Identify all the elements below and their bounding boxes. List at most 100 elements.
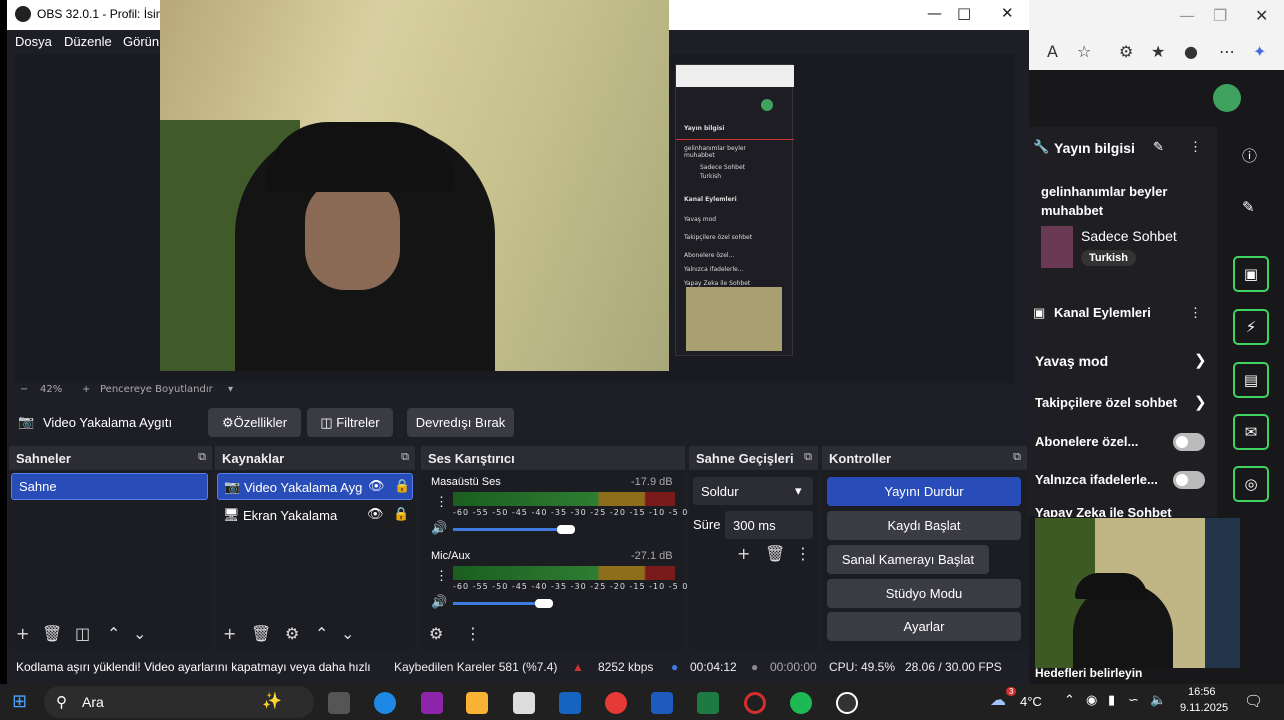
- copilot-app-icon[interactable]: [421, 692, 443, 714]
- dock-float-icon[interactable]: ⧉: [401, 451, 409, 464]
- menu-view[interactable]: Görün: [123, 34, 159, 49]
- move-down-icon[interactable]: ⌄: [341, 624, 354, 643]
- kebab-menu-icon[interactable]: ⋮: [795, 544, 811, 563]
- close-icon[interactable]: ✕: [1255, 6, 1268, 25]
- minimize-icon[interactable]: —: [927, 4, 942, 22]
- menu-edit[interactable]: Düzenle: [64, 34, 112, 49]
- tag-badge[interactable]: Turkish: [1081, 250, 1136, 266]
- task-view-icon[interactable]: [328, 692, 350, 714]
- file-explorer-icon[interactable]: [466, 692, 488, 714]
- spotify-icon[interactable]: [790, 692, 812, 714]
- slow-mode-row[interactable]: Yavaş mod: [1035, 353, 1108, 369]
- source-item-selected[interactable]: 📷 Video Yakalama Aygı 👁 🔒: [217, 473, 413, 500]
- edit-pencil-icon[interactable]: ✎: [1153, 139, 1164, 155]
- weather-icon[interactable]: ☁: [990, 690, 1006, 710]
- clip-icon[interactable]: ▣: [1233, 256, 1269, 292]
- dock-float-icon[interactable]: ⧉: [804, 451, 812, 464]
- start-virtual-camera-button[interactable]: Sanal Kamerayı Başlat: [827, 545, 989, 574]
- volume-slider[interactable]: [453, 528, 565, 531]
- zoom-in-icon[interactable]: +: [82, 384, 90, 395]
- mixer-settings-icon[interactable]: ⚙: [429, 624, 443, 643]
- obs-taskbar-icon[interactable]: [836, 692, 858, 714]
- favorite-star-icon[interactable]: ☆: [1077, 42, 1091, 61]
- add-source-icon[interactable]: +: [223, 624, 236, 643]
- read-aloud-icon[interactable]: A: [1047, 42, 1058, 61]
- eye-icon[interactable]: 👁: [368, 478, 385, 494]
- word-icon[interactable]: [651, 692, 673, 714]
- scene-filters-icon[interactable]: ◫: [75, 624, 90, 643]
- move-up-icon[interactable]: ⌃: [315, 624, 328, 643]
- source-item[interactable]: 🖥 Ekran Yakalama 👁 🔒: [217, 502, 413, 529]
- settings-button[interactable]: Ayarlar: [827, 612, 1021, 641]
- channel-avatar[interactable]: [1213, 84, 1241, 112]
- chat-bubble-icon[interactable]: ✉: [1233, 414, 1269, 450]
- more-icon[interactable]: ⋯: [1219, 42, 1235, 61]
- zoom-out-icon[interactable]: −: [20, 384, 28, 395]
- studio-mode-button[interactable]: Stüdyo Modu: [827, 579, 1021, 608]
- subscribers-only-toggle[interactable]: [1173, 433, 1205, 451]
- kebab-menu-icon[interactable]: ⋮: [465, 624, 481, 643]
- lightning-icon[interactable]: ⚡: [1233, 309, 1269, 345]
- source-settings-icon[interactable]: ⚙: [285, 624, 299, 643]
- eye-icon[interactable]: 👁: [367, 506, 384, 522]
- menu-file[interactable]: Dosya: [15, 34, 52, 49]
- dock-float-icon[interactable]: ⧉: [1013, 451, 1021, 464]
- kebab-menu-icon[interactable]: ⋮: [435, 494, 448, 510]
- extensions-icon[interactable]: ⚙: [1119, 42, 1133, 61]
- followers-only-row[interactable]: Takipçilere özel sohbet: [1035, 395, 1177, 410]
- chrome-icon[interactable]: [605, 692, 627, 714]
- kebab-menu-icon[interactable]: ⋮: [435, 568, 448, 584]
- volume-knob[interactable]: [535, 599, 553, 608]
- tray-chevron-icon[interactable]: ⌃: [1064, 692, 1075, 708]
- deactivate-button[interactable]: Devredışı Bırak: [407, 408, 514, 437]
- favorites-icon[interactable]: ★: [1151, 42, 1165, 61]
- emote-only-toggle[interactable]: [1173, 471, 1205, 489]
- volume-slider[interactable]: [453, 602, 543, 605]
- lock-icon[interactable]: 🔒: [393, 506, 409, 522]
- speaker-icon[interactable]: 🔊: [431, 594, 447, 610]
- opera-icon[interactable]: [744, 692, 766, 714]
- remove-transition-icon[interactable]: 🗑: [765, 544, 785, 563]
- notes-icon[interactable]: ▤: [1233, 362, 1269, 398]
- minimize-icon[interactable]: —: [1179, 6, 1195, 25]
- profile-avatar-icon[interactable]: ●: [1184, 42, 1198, 61]
- excel-icon[interactable]: [697, 692, 719, 714]
- tray-app-icon[interactable]: ◉: [1086, 692, 1097, 708]
- preview-mode[interactable]: Pencereye Boyutlandır: [100, 384, 213, 395]
- move-down-icon[interactable]: ⌄: [133, 624, 146, 643]
- start-recording-button[interactable]: Kaydı Başlat: [827, 511, 1021, 540]
- close-icon[interactable]: ✕: [1001, 4, 1014, 22]
- goals-row[interactable]: Hedefleri belirleyin: [1035, 666, 1142, 680]
- copilot-icon[interactable]: ✦: [1253, 42, 1266, 61]
- kebab-menu-icon[interactable]: ⋮: [1189, 139, 1202, 155]
- info-icon[interactable]: ⓘ: [1242, 145, 1257, 166]
- filters-button[interactable]: ◫ Filtreler: [307, 408, 393, 437]
- edge-icon[interactable]: [374, 692, 396, 714]
- add-transition-icon[interactable]: +: [737, 544, 750, 563]
- windows-start-icon[interactable]: ⊞: [12, 691, 27, 712]
- speaker-icon[interactable]: 🔊: [431, 520, 447, 536]
- properties-button[interactable]: ⚙Özellikler: [208, 408, 301, 437]
- remove-source-icon[interactable]: 🗑: [251, 624, 271, 643]
- add-scene-icon[interactable]: +: [16, 624, 29, 643]
- move-up-icon[interactable]: ⌃: [107, 624, 120, 643]
- scene-item-selected[interactable]: Sahne: [11, 473, 208, 500]
- notification-icon[interactable]: 🗨: [1244, 692, 1263, 710]
- dock-float-icon[interactable]: ⧉: [198, 451, 206, 464]
- kebab-menu-icon[interactable]: ⋮: [1189, 305, 1202, 321]
- taskbar-search[interactable]: ⚲ Ara ✨: [44, 686, 314, 718]
- ai-chat-row[interactable]: Yapay Zeka ile Sohbet: [1035, 505, 1172, 517]
- maximize-icon[interactable]: □: [957, 4, 971, 22]
- lock-icon[interactable]: 🔒: [394, 478, 410, 494]
- edit-pencil-icon[interactable]: ✎: [1242, 198, 1255, 216]
- transition-select[interactable]: Soldur ▾: [693, 477, 813, 505]
- volume-knob[interactable]: [557, 525, 575, 534]
- broadcast-icon[interactable]: ◎: [1233, 466, 1269, 502]
- wifi-icon[interactable]: ∽: [1128, 692, 1139, 708]
- stop-streaming-button[interactable]: Yayını Durdur: [827, 477, 1021, 506]
- remove-scene-icon[interactable]: 🗑: [42, 624, 62, 643]
- outlook-icon[interactable]: [559, 692, 581, 714]
- volume-icon[interactable]: 🔈: [1150, 692, 1166, 708]
- restore-icon[interactable]: ❐: [1213, 6, 1227, 25]
- store-icon[interactable]: [513, 692, 535, 714]
